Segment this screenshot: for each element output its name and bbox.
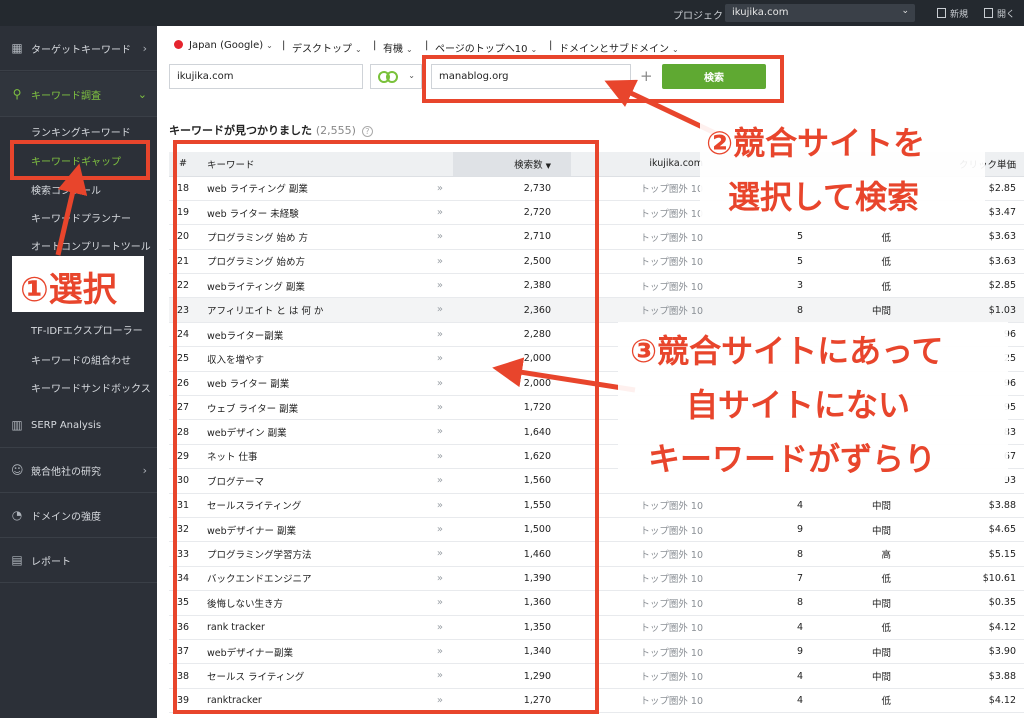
annotation-step3-line1: ③競合サイトにあって [630, 332, 944, 370]
annotation-step3-line3: キーワードがずらり [648, 440, 937, 478]
arrow-to-keyword-gap [55, 163, 88, 256]
annotation-step2-line2: 選択して検索 [728, 178, 920, 216]
annotation-step3-line2: 自サイトにない [686, 386, 911, 424]
annotation-step1: ①選択 [20, 270, 117, 310]
arrow-to-table [492, 357, 636, 393]
annotation-step2-line1: ②競合サイトを [706, 124, 926, 162]
